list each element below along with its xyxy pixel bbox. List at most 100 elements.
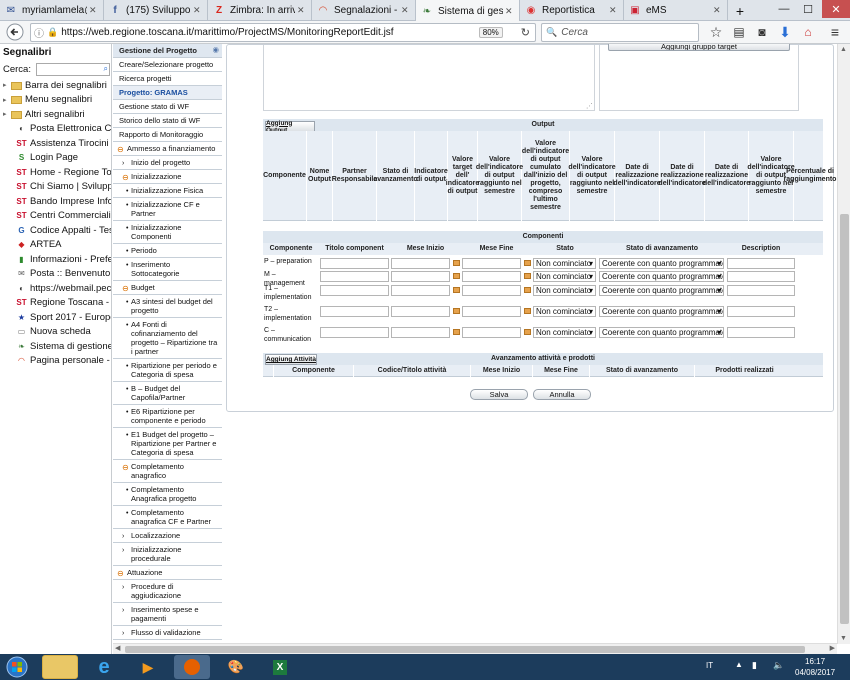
close-tab-icon[interactable]: ✕	[713, 5, 723, 16]
calendar-icon[interactable]	[453, 273, 460, 279]
save-button[interactable]: Salva	[470, 389, 528, 400]
tab-zimbra-in-arrivo-4[interactable]: Z Zimbra: In arrivo (4✕	[208, 0, 312, 21]
component-title-input[interactable]	[320, 327, 389, 338]
bookmark-codice-appalti-test[interactable]: G Codice Appalti - Test...	[0, 223, 111, 238]
progress-status-select[interactable]: Coerente con quanto programmato	[599, 271, 724, 282]
end-month-input[interactable]	[462, 306, 521, 317]
add-target-group-button[interactable]: Aggiungi gruppo target	[608, 44, 790, 51]
progress-status-select[interactable]: Coerente con quanto programmato	[599, 258, 724, 269]
start-month-input[interactable]	[391, 306, 450, 317]
menu-item-completamento-anagrafico[interactable]: ⊖ Completamento anagrafico	[113, 460, 222, 483]
menu-item-e6-ripartizione-per-componente-e-periodo[interactable]: • E6 Ripartizione per componente e period…	[113, 405, 222, 428]
menu-item-inizializzazione-procedurale[interactable]: › Inizializzazione procedurale	[113, 543, 222, 566]
info-icon[interactable]: ⓘ	[34, 25, 44, 40]
minimize-icon[interactable]: —	[772, 0, 796, 18]
keyboard-language[interactable]: IT	[706, 661, 713, 670]
menu-item-periodo[interactable]: • Periodo	[113, 244, 222, 258]
tab-175-sviluppo-tos[interactable]: f (175) Sviluppo Tos✕	[104, 0, 208, 21]
bookmark-bando-imprese-infor[interactable]: STBando Imprese Infor...	[0, 194, 111, 209]
bookmark-barra-dei-segnalibri[interactable]: ▸ Barra dei segnalibri	[0, 78, 111, 93]
progress-status-select[interactable]: Coerente con quanto programmato	[599, 306, 724, 317]
status-select[interactable]: Non cominciato	[533, 258, 596, 269]
menu-item-localizzazione[interactable]: › Localizzazione	[113, 529, 222, 543]
media-player-taskbar-icon[interactable]: ▶	[130, 655, 166, 679]
tab-myriamlamela-ya[interactable]: ✉ myriamlamela@ya✕	[0, 0, 104, 21]
close-tab-icon[interactable]: ✕	[89, 5, 99, 16]
clock-date[interactable]: 04/08/2017	[795, 668, 835, 677]
tab-ems[interactable]: ▣ eMS ✕	[624, 0, 728, 21]
cancel-button[interactable]: Annulla	[533, 389, 591, 400]
zoom-level[interactable]: 80%	[478, 27, 503, 38]
menu-item-ripartizione-per-periodo-e-categoria-di-[interactable]: • Ripartizione per periodo e Categoria di…	[113, 359, 222, 382]
close-tab-icon[interactable]: ✕	[609, 5, 619, 16]
sidebar-search-input[interactable]: ⌕	[35, 62, 110, 76]
bookmark-chi-siamo-sviluppo[interactable]: STChi Siamo | Sviluppo...	[0, 180, 111, 195]
menu-item-gestione-stato-di-wf[interactable]: Gestione stato di WF	[113, 100, 222, 114]
component-title-input[interactable]	[320, 306, 389, 317]
expand-arrow-icon[interactable]: ▸	[3, 110, 11, 118]
tab-segnalazioni-mar[interactable]: ◠ Segnalazioni - Mar✕	[312, 0, 416, 21]
bookmark-sport-2017-europea[interactable]: ★ Sport 2017 - Europea...	[0, 310, 111, 325]
start-month-input[interactable]	[391, 285, 450, 296]
menu-item-attuazione[interactable]: ⊖ Attuazione	[113, 566, 222, 580]
calendar-icon[interactable]	[453, 287, 460, 293]
star-icon[interactable]: ☆	[705, 21, 727, 43]
menu-item-ricerca-progetti[interactable]: Ricerca progetti	[113, 72, 222, 86]
network-icon[interactable]: ▮	[752, 660, 757, 671]
bookmark-pagina-personale-p[interactable]: ◠ Pagina personale - P...	[0, 354, 111, 369]
bookmark-regione-toscana-c[interactable]: STRegione Toscana - C...	[0, 296, 111, 311]
home-icon[interactable]: ⌂	[797, 21, 819, 43]
start-button[interactable]	[0, 654, 34, 680]
progress-status-select[interactable]: Coerente con quanto programmato	[599, 285, 724, 296]
reload-icon[interactable]: ↻	[521, 26, 530, 39]
component-title-input[interactable]	[320, 258, 389, 269]
bookmark-assistenza-tirocini[interactable]: STAssistenza Tirocini - ...	[0, 136, 111, 151]
menu-item-inizializzazione-cf-e-partner[interactable]: • Inizializzazione CF e Partner	[113, 198, 222, 221]
calendar-icon[interactable]	[453, 260, 460, 266]
vertical-scrollbar[interactable]: ▲ ▼	[837, 44, 850, 644]
url-text[interactable]: https://web.regione.toscana.it/marittimo…	[61, 27, 479, 38]
excel-taskbar-icon[interactable]: X	[262, 655, 298, 679]
calendar-icon[interactable]	[524, 308, 531, 314]
bookmark-login-page[interactable]: S Login Page	[0, 151, 111, 166]
bookmark-nuova-scheda[interactable]: ▭ Nuova scheda	[0, 325, 111, 340]
close-window-icon[interactable]: ✕	[822, 0, 850, 18]
close-tab-icon[interactable]: ✕	[401, 5, 411, 16]
description-input[interactable]	[727, 285, 795, 296]
component-title-input[interactable]	[320, 271, 389, 282]
menu-item-ammesso-a-finanziamento[interactable]: ⊖ Ammesso a finanziamento	[113, 142, 222, 156]
status-select[interactable]: Non cominciato	[533, 327, 596, 338]
menu-item-a4-fonti-di-cofinanziamento-del-progetto[interactable]: • A4 Fonti di cofinanziamento del progett…	[113, 318, 222, 359]
start-month-input[interactable]	[391, 258, 450, 269]
bookmark-sistema-di-gestione[interactable]: ❧ Sistema di gestione ...	[0, 339, 111, 354]
firefox-taskbar-icon[interactable]	[174, 655, 210, 679]
calendar-icon[interactable]	[524, 329, 531, 335]
end-month-input[interactable]	[462, 271, 521, 282]
collapse-circle-icon[interactable]: ◉	[212, 45, 219, 54]
menu-item-rapporto-di-monitoraggio[interactable]: Rapporto di Monitoraggio	[113, 128, 222, 142]
status-select[interactable]: Non cominciato	[533, 306, 596, 317]
show-hidden-icons[interactable]: ▲	[735, 660, 743, 669]
menu-item-procedure-di-aggiudicazione[interactable]: › Procedure di aggiudicazione	[113, 580, 222, 603]
description-textarea[interactable]: ⋰	[263, 45, 595, 111]
close-tab-icon[interactable]: ✕	[505, 6, 515, 17]
paint-taskbar-icon[interactable]: 🎨	[218, 655, 254, 679]
menu-item-inizializzazione[interactable]: ⊖ Inizializzazione	[113, 170, 222, 184]
end-month-input[interactable]	[462, 327, 521, 338]
description-input[interactable]	[727, 327, 795, 338]
description-input[interactable]	[727, 271, 795, 282]
calendar-icon[interactable]	[453, 308, 460, 314]
calendar-icon[interactable]	[524, 287, 531, 293]
calendar-icon[interactable]	[524, 260, 531, 266]
clock-time[interactable]: 16:17	[805, 657, 825, 666]
expand-arrow-icon[interactable]: ▸	[3, 81, 11, 89]
description-input[interactable]	[727, 258, 795, 269]
add-activity-button[interactable]: Aggiung Attività	[265, 354, 317, 365]
back-button[interactable]	[4, 21, 26, 43]
menu-item-budget[interactable]: ⊖ Budget	[113, 281, 222, 295]
menu-item-a3-sintesi-del-budget-del-progetto[interactable]: • A3 sintesi del budget del progetto	[113, 295, 222, 318]
calendar-icon[interactable]	[524, 273, 531, 279]
menu-item-creare-selezionare-progetto[interactable]: Creare/Selezionare progetto	[113, 58, 222, 72]
clipboard-icon[interactable]: ▤	[728, 21, 750, 43]
menu-item-b-budget-del-capofila-partner[interactable]: • B – Budget del Capofila/Partner	[113, 382, 222, 405]
